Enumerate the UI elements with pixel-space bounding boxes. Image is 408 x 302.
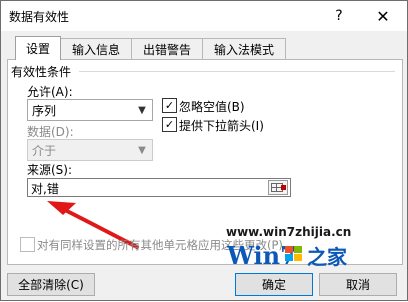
apply-all-checkbox <box>20 237 35 252</box>
win7-logo-suffix: 之家 <box>307 245 348 269</box>
data-validation-dialog: 数据有效性 ? ✕ 设置 输入信息 出错警告 输入法模式 有效性条件 允许(A)… <box>0 0 408 301</box>
watermark-url: www.win7zhijia.cn <box>226 225 352 239</box>
win7-logo: Win7 之家 <box>227 241 348 270</box>
clear-all-button[interactable]: 全部清除(C) <box>7 273 95 296</box>
tab-settings[interactable]: 设置 <box>15 36 61 60</box>
cancel-button[interactable]: 取消 <box>319 273 397 296</box>
ok-button[interactable]: 确定 <box>235 273 313 296</box>
